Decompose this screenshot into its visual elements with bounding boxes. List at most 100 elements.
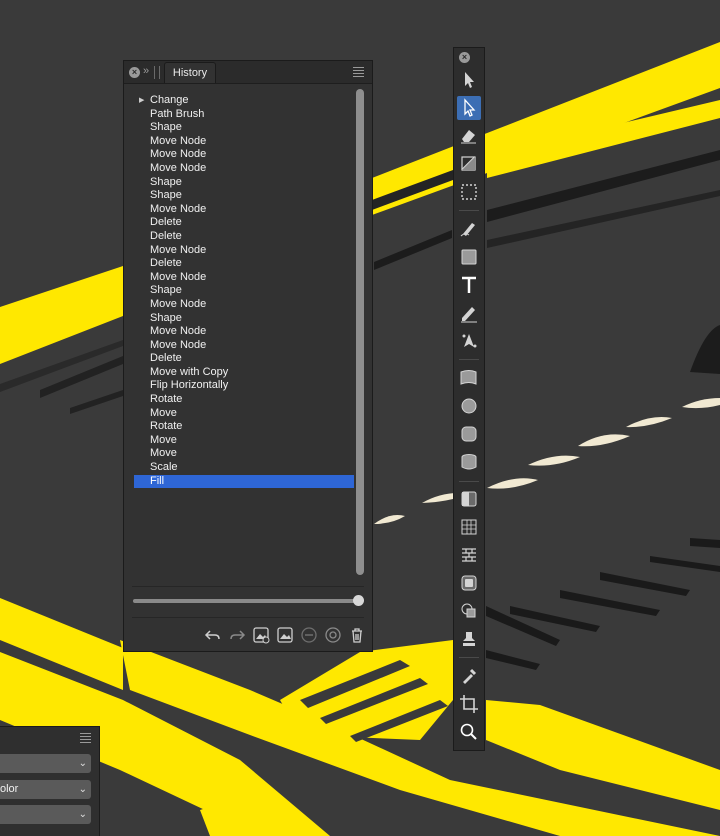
history-item[interactable]: Move with Copy	[134, 366, 354, 380]
history-item[interactable]: Shape	[134, 176, 354, 190]
history-item[interactable]: Shape	[134, 121, 354, 135]
history-item[interactable]: Move Node	[134, 339, 354, 353]
history-item[interactable]: Rotate	[134, 420, 354, 434]
move-tool-icon[interactable]	[457, 68, 481, 92]
history-item[interactable]: Move	[134, 407, 354, 421]
history-item[interactable]: Move Node	[134, 244, 354, 258]
rectangle-tool-icon[interactable]	[457, 245, 481, 269]
shape-builder-tool-icon[interactable]	[457, 599, 481, 623]
history-item[interactable]: ▶ Change	[134, 94, 354, 108]
history-item[interactable]: Delete	[134, 257, 354, 271]
panel-menu-icon[interactable]	[353, 67, 364, 79]
pencil-tool-icon[interactable]	[457, 301, 481, 325]
disclosure-triangle-icon[interactable]: ▶	[139, 94, 144, 108]
select-dropdown[interactable]: ⌄	[0, 805, 91, 824]
history-item[interactable]: Move	[134, 447, 354, 461]
snapshot-add-icon[interactable]	[252, 626, 270, 644]
select-dropdown[interactable]: ⌄	[0, 754, 91, 773]
divider	[132, 617, 364, 618]
collapse-panel-icon[interactable]: »	[143, 65, 149, 77]
transparency-tool-icon[interactable]	[457, 152, 481, 176]
history-item[interactable]: Move Node	[134, 148, 354, 162]
divider	[459, 210, 479, 211]
history-item[interactable]: Move Node	[134, 271, 354, 285]
stamp-tool-icon[interactable]	[457, 627, 481, 651]
history-item[interactable]: Move Node	[134, 162, 354, 176]
history-item-label: Path Brush	[150, 107, 205, 120]
color-picker-tool-icon[interactable]	[457, 664, 481, 688]
divider	[459, 657, 479, 658]
gradient-tool-icon[interactable]	[457, 487, 481, 511]
pen-tool-icon[interactable]	[457, 329, 481, 353]
history-item-label: Move Node	[150, 148, 207, 161]
history-scrollbar[interactable]	[356, 89, 364, 575]
marquee-selection-icon[interactable]	[457, 180, 481, 204]
cylinder-tool-icon[interactable]	[457, 450, 481, 474]
history-item[interactable]: Move Node	[134, 298, 354, 312]
redo-icon[interactable]	[228, 626, 246, 644]
mesh-warp-tool-icon[interactable]	[457, 366, 481, 390]
chevron-down-icon: ⌄	[78, 809, 87, 820]
history-item[interactable]: Move Node	[134, 135, 354, 149]
text-tool-icon[interactable]	[457, 273, 481, 297]
crop-tool-icon[interactable]	[457, 692, 481, 716]
history-item-label: Shape	[150, 175, 182, 188]
divider	[459, 481, 479, 482]
history-item[interactable]: Move Node	[134, 203, 354, 217]
close-icon[interactable]: ×	[459, 52, 470, 63]
drag-handle-icon[interactable]	[154, 66, 160, 79]
square-button-tool-icon[interactable]	[457, 571, 481, 595]
history-item[interactable]: Move Node	[134, 325, 354, 339]
history-item-label: Move Node	[150, 134, 207, 147]
history-item-label: Move	[150, 447, 177, 460]
history-item-label: Shape	[150, 121, 182, 134]
history-item[interactable]: Move	[134, 434, 354, 448]
history-item[interactable]: Shape	[134, 189, 354, 203]
snapshot-icon[interactable]	[276, 626, 294, 644]
history-item-label: Move Node	[150, 338, 207, 351]
history-item[interactable]: Path Brush	[134, 108, 354, 122]
history-item-label: Move	[150, 406, 177, 419]
history-item[interactable]: Delete	[134, 230, 354, 244]
refresh-circle-icon[interactable]	[324, 626, 342, 644]
rounded-rectangle-tool-icon[interactable]	[457, 422, 481, 446]
history-timeline-slider[interactable]	[133, 599, 361, 603]
history-item[interactable]: Delete	[134, 216, 354, 230]
history-item[interactable]: Rotate	[134, 393, 354, 407]
history-item-label: Rotate	[150, 393, 183, 406]
history-timeline-slider-knob[interactable]	[353, 595, 364, 606]
tab-history[interactable]: History	[164, 62, 216, 83]
history-item-label: Move with Copy	[150, 365, 229, 378]
history-item[interactable]: Shape	[134, 312, 354, 326]
history-item-label: Delete	[150, 352, 182, 365]
ellipse-tool-icon[interactable]	[457, 394, 481, 418]
history-item-label: Shape	[150, 311, 182, 324]
history-item[interactable]: Shape	[134, 284, 354, 298]
history-item[interactable]: Fill	[134, 474, 354, 489]
history-item-label: Delete	[150, 257, 182, 270]
grid-warp-tool-icon[interactable]	[457, 515, 481, 539]
zoom-tool-icon[interactable]	[457, 720, 481, 744]
eraser-tool-icon[interactable]	[457, 124, 481, 148]
select-value: olor	[0, 783, 19, 795]
history-panel-titlebar[interactable]: × » History	[124, 61, 372, 84]
history-item-label: Shape	[150, 284, 182, 297]
history-item[interactable]: Delete	[134, 352, 354, 366]
history-item[interactable]: Flip Horizontally	[134, 379, 354, 393]
history-item-label: Flip Horizontally	[150, 379, 229, 392]
close-icon[interactable]: ×	[129, 67, 140, 78]
select-dropdown[interactable]: olor ⌄	[0, 780, 91, 799]
history-list: ▶ Change Path Brush Shape Move Node Move Node…	[134, 94, 354, 584]
history-item-label: Move Node	[150, 243, 207, 256]
minus-circle-icon[interactable]	[300, 626, 318, 644]
chevron-down-icon: ⌄	[78, 784, 87, 795]
paint-brush-tool-icon[interactable]	[457, 216, 481, 240]
brick-pattern-tool-icon[interactable]	[457, 543, 481, 567]
undo-icon[interactable]	[204, 626, 222, 644]
trash-icon[interactable]	[348, 626, 366, 644]
chevron-down-icon: ⌄	[78, 758, 87, 769]
panel-menu-icon[interactable]	[80, 733, 91, 745]
history-item[interactable]: Scale	[134, 461, 354, 475]
history-scrollbar-thumb[interactable]	[356, 89, 364, 575]
node-tool-icon[interactable]	[457, 96, 481, 120]
